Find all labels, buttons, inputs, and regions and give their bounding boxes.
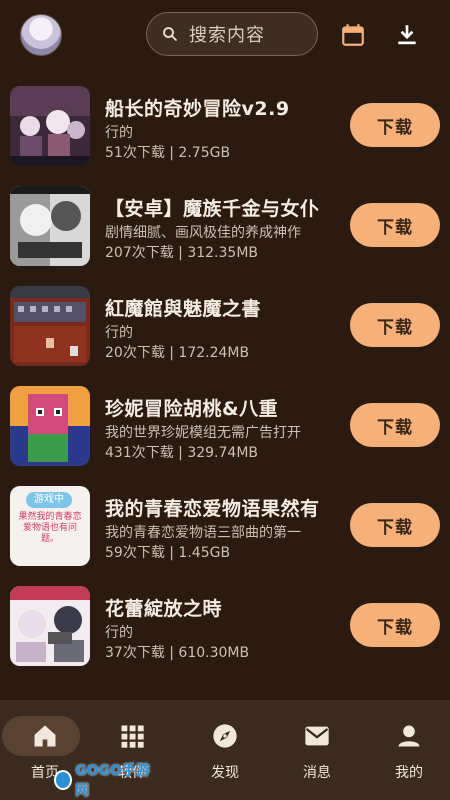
list-item[interactable]: 紅魔館與魅魔之書 行的 20次下载 | 172.24MB 下载	[0, 280, 450, 380]
game-meta: 20次下载 | 172.24MB	[105, 345, 250, 361]
game-title: 紅魔館與魅魔之書	[105, 298, 262, 320]
game-title: 【安卓】魔族千金与女仆	[105, 198, 320, 220]
watermark-text: GOGO手游网	[75, 763, 150, 799]
list-item[interactable]: 【安卓】魔族千金与女仆 剧情细腻、画风极佳的养成神作 207次下载 | 312.…	[0, 180, 450, 280]
nav-item-discover[interactable]: 发现	[180, 712, 270, 792]
watermark-logo: GOGO手游网	[54, 763, 154, 799]
thumbnail-badge: 游戏中	[26, 492, 72, 508]
game-meta: 207次下载 | 312.35MB	[105, 245, 259, 261]
download-button[interactable]: 下载	[350, 303, 440, 347]
list-item[interactable]: 珍妮冒险胡桃&八重 我的世界珍妮模组无需广告打开 431次下载 | 329.74…	[0, 380, 450, 480]
mail-icon	[305, 726, 329, 746]
nav-label: 发现	[211, 765, 239, 781]
game-thumbnail[interactable]: 游戏中 果然我的青春恋爱物语也有问题。	[10, 486, 90, 566]
game-subtitle: 行的	[105, 325, 133, 341]
search-icon	[163, 27, 177, 41]
game-subtitle: 行的	[105, 625, 133, 641]
download-icon[interactable]	[394, 22, 420, 48]
thumbnail-caption: 果然我的青春恋爱物语也有问题。	[18, 512, 82, 544]
top-bar: 搜索内容	[0, 0, 450, 70]
game-title: 我的青春恋爱物语果然有	[105, 498, 320, 520]
download-button[interactable]: 下载	[350, 103, 440, 147]
game-meta: 431次下载 | 329.74MB	[105, 445, 259, 461]
game-title: 珍妮冒险胡桃&八重	[105, 398, 279, 420]
search-placeholder: 搜索内容	[189, 25, 265, 46]
game-subtitle: 我的青春恋爱物语三部曲的第一	[105, 525, 301, 541]
nav-label: 消息	[303, 765, 331, 781]
home-icon	[34, 725, 56, 747]
game-meta: 37次下载 | 610.30MB	[105, 645, 250, 661]
game-title: 船长的奇妙冒险v2.9	[105, 98, 290, 120]
grid-icon	[121, 725, 144, 748]
nav-item-messages[interactable]: 消息	[272, 712, 362, 792]
compass-icon	[213, 724, 237, 748]
person-icon	[398, 725, 420, 747]
game-thumbnail[interactable]	[10, 586, 90, 666]
game-title: 花蕾綻放之時	[105, 598, 223, 620]
game-meta: 51次下载 | 2.75GB	[105, 145, 231, 161]
download-button[interactable]: 下载	[350, 403, 440, 447]
game-meta: 59次下载 | 1.45GB	[105, 545, 231, 561]
game-thumbnail[interactable]	[10, 86, 90, 166]
game-thumbnail[interactable]	[10, 386, 90, 466]
search-input[interactable]: 搜索内容	[146, 12, 318, 56]
nav-label: 我的	[395, 765, 423, 781]
calendar-icon[interactable]	[340, 22, 366, 48]
nav-item-profile[interactable]: 我的	[364, 712, 450, 792]
list-item[interactable]: 花蕾綻放之時 行的 37次下载 | 610.30MB 下载	[0, 580, 450, 680]
download-button[interactable]: 下载	[350, 603, 440, 647]
avatar[interactable]	[20, 14, 62, 56]
list-item[interactable]: 船长的奇妙冒险v2.9 行的 51次下载 | 2.75GB 下载	[0, 80, 450, 180]
game-thumbnail[interactable]	[10, 286, 90, 366]
game-subtitle: 剧情细腻、画风极佳的养成神作	[105, 225, 301, 241]
game-subtitle: 行的	[105, 125, 133, 141]
list-item[interactable]: 游戏中 果然我的青春恋爱物语也有问题。 我的青春恋爱物语果然有 我的青春恋爱物语…	[0, 480, 450, 580]
download-button[interactable]: 下载	[350, 203, 440, 247]
game-list: 船长的奇妙冒险v2.9 行的 51次下载 | 2.75GB 下载 【安卓】魔族千…	[0, 80, 450, 680]
watermark-icon	[54, 770, 73, 790]
game-subtitle: 我的世界珍妮模组无需广告打开	[105, 425, 301, 441]
game-thumbnail[interactable]	[10, 186, 90, 266]
download-button[interactable]: 下载	[350, 503, 440, 547]
